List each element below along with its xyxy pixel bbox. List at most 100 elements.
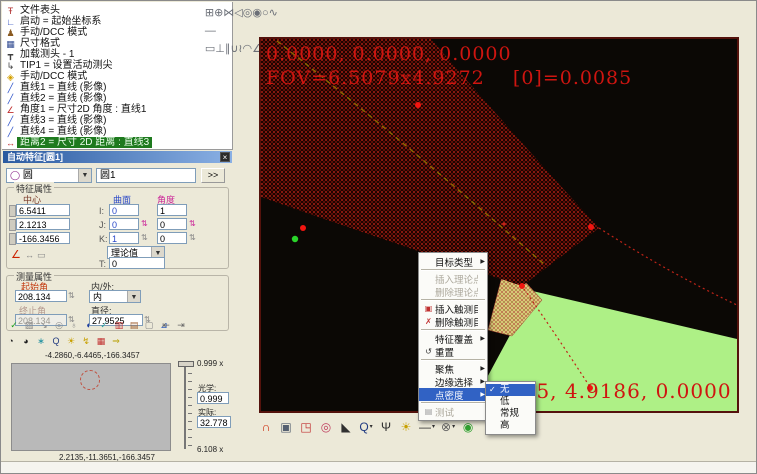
angle-tool-icon[interactable]: ∠ — [11, 248, 21, 261]
feature-name-field[interactable]: 圆1 — [96, 168, 196, 183]
arrow-left-box-icon[interactable]: ⇤ — [160, 319, 172, 331]
start-angle-field[interactable]: 208.134 — [15, 290, 67, 302]
magnet-icon[interactable]: ∩ — [259, 419, 273, 435]
start-point-handle[interactable] — [292, 236, 298, 242]
box-icon[interactable]: ▢ — [143, 319, 155, 331]
spinner-handle[interactable] — [9, 205, 16, 217]
probe-tip-icon[interactable]: ↳ TIP1 = 设置活动测尖 — [2, 60, 232, 71]
snap-icon[interactable]: ✓ — [98, 319, 110, 331]
load-probe-icon[interactable]: ┳ 加载测头 - 1 — [2, 49, 232, 60]
spinner-icon[interactable]: ⇅ — [141, 232, 148, 244]
edge-point-handle[interactable] — [588, 224, 594, 230]
manual-dcc-mode-icon[interactable]: ♟ 手动/DCC 模式 — [2, 27, 232, 38]
illumination-icon[interactable]: ☀ — [399, 419, 413, 435]
arc-feature-icon[interactable]: ◠ — [243, 43, 253, 55]
execute-icon[interactable]: ✓ — [8, 319, 20, 331]
capture-box-icon[interactable]: ◳ — [299, 419, 313, 435]
slot-feature-icon[interactable]: ▭ — [205, 43, 215, 55]
surface-point-icon[interactable]: ⊞ — [205, 7, 214, 19]
camera-icon[interactable]: ▣ — [279, 419, 293, 435]
angle-j-field[interactable]: 0 — [157, 218, 187, 230]
eject-icon[interactable]: ⇒ — [110, 335, 122, 347]
focus-tool-icon[interactable]: Ψ — [379, 419, 393, 435]
sphere-feature-icon[interactable]: ◉ — [252, 7, 262, 19]
spinner-handle[interactable] — [9, 219, 16, 231]
surface-k-field[interactable]: 1 — [109, 232, 139, 244]
manual-dcc-mode-icon[interactable]: ◈ 手动/DCC 模式 — [2, 71, 232, 82]
t-field[interactable]: 0 — [109, 257, 165, 269]
inner-outer-select[interactable]: 内 ▼ — [89, 290, 141, 303]
spinner-icon[interactable]: ⇅ — [141, 218, 148, 230]
ellipse-feature-icon[interactable]: ○ — [262, 7, 269, 19]
arrow-right-box-icon[interactable]: ⇥ — [175, 319, 187, 331]
curve-feature-icon[interactable]: ∿ — [269, 7, 278, 19]
optical-field[interactable]: 0.999 — [197, 392, 229, 404]
line-feature-icon[interactable]: ╱ 直线2 = 直线 (影像) — [2, 93, 232, 104]
measurement-viewport[interactable]: 0.0000, 0.0000, 0.0000 FOV=6.5079x4.9272… — [259, 37, 739, 413]
strobe-icon[interactable]: ↯ — [80, 335, 92, 347]
chevron-down-icon[interactable]: ▼ — [127, 291, 140, 302]
spinner-icon[interactable]: ⇅ — [68, 290, 75, 302]
angle-k-field[interactable]: 0 — [157, 232, 187, 244]
iris-icon[interactable]: ∗ — [35, 335, 47, 347]
context-menu-item[interactable]: 聚焦 — [419, 362, 487, 375]
distance-dimension-icon[interactable]: ↔ 距离2 = 尺寸 2D 距离 : 直线3 — [2, 137, 232, 148]
surface-i-field[interactable]: 0 — [109, 204, 139, 216]
file-header-icon[interactable]: Ŧ 文件表头 — [2, 5, 232, 16]
edge-point-handle[interactable] — [519, 283, 525, 289]
probe-circle-icon[interactable]: ◎ — [319, 419, 333, 435]
angle-dimension-icon[interactable]: ∠ 角度1 = 尺寸2D 角度 : 直线1 — [2, 104, 232, 115]
line-feature-icon[interactable]: — — [205, 25, 216, 37]
protractor-icon[interactable]: ◣ — [339, 419, 353, 435]
center-y-field[interactable]: 2.1213 — [16, 218, 70, 230]
context-menu-item[interactable]: 删除理论点 — [419, 285, 487, 298]
target-icon[interactable]: ◎ — [53, 319, 65, 331]
context-menu-item[interactable]: 目标类型 — [419, 255, 487, 268]
spinner-icon[interactable]: ⇅ — [189, 232, 196, 244]
lamp-icon[interactable]: ☀ — [65, 335, 77, 347]
circle-feature-icon[interactable]: ◎ — [243, 7, 253, 19]
center-z-field[interactable]: -166.3456 — [16, 232, 70, 244]
spinner-handle[interactable] — [9, 233, 16, 245]
delete-probe-target-icon[interactable]: ✗ 删除触测目标 — [419, 315, 487, 328]
line-feature-icon[interactable]: ╱ 直线3 = 直线 (影像) — [2, 115, 232, 126]
insert-probe-target-icon[interactable]: ▣ 插入触测目标 — [419, 302, 487, 315]
edge-point-handle[interactable] — [415, 102, 421, 108]
submenu-item[interactable]: 常规 — [486, 408, 535, 420]
context-menu-item[interactable]: 边缘选择 — [419, 375, 487, 388]
shutter-half-icon[interactable]: ◕ — [20, 335, 32, 347]
grid-tan-icon[interactable]: ▤ — [128, 319, 140, 331]
globe-icon[interactable]: ♁ — [68, 319, 80, 331]
actual-field[interactable]: 32.778 — [197, 416, 231, 428]
grid-icon[interactable]: ▦ — [95, 335, 107, 347]
line-feature-icon[interactable]: ╱ 直线4 = 直线 (影像) — [2, 126, 232, 137]
context-menu-item[interactable]: 点密度 — [419, 388, 487, 401]
contrast-icon[interactable]: ◐ — [83, 319, 95, 331]
chevron-down-icon[interactable]: ▼ — [78, 169, 91, 182]
vector-icon[interactable]: ↘ — [38, 319, 50, 331]
feature-type-select[interactable]: ◯ 圆 ▼ — [6, 168, 92, 183]
zoom-slider[interactable] — [184, 363, 186, 449]
submenu-item[interactable]: 无 — [486, 384, 535, 396]
angle-point-icon[interactable]: ⋈ — [223, 7, 234, 19]
zoom-tool-icon[interactable]: Q — [359, 419, 373, 435]
shutter-quarter-icon[interactable]: ◔ — [5, 335, 17, 347]
submenu-item[interactable]: 低 — [486, 396, 535, 408]
camera-live-view[interactable] — [11, 363, 171, 451]
spinner-icon[interactable]: ⇅ — [189, 218, 196, 230]
startup-axes-icon[interactable]: ∟ 启动 = 起始坐标系 — [2, 16, 232, 27]
line-feature-icon[interactable]: ╱ 直线1 = 直线 (影像) — [2, 82, 232, 93]
magnifier-icon[interactable]: Q — [50, 335, 62, 347]
angle-i-field[interactable]: 1 — [157, 204, 187, 216]
edge-point-handle[interactable] — [300, 225, 306, 231]
context-menu-item[interactable]: 插入理论点 — [419, 272, 487, 285]
swap-icon[interactable]: ↔ — [25, 250, 34, 260]
hatch-toggle-icon[interactable]: ▨ — [23, 319, 35, 331]
context-menu-item[interactable]: 特征覆盖 — [419, 332, 487, 345]
center-x-field[interactable]: 6.5411 — [16, 204, 70, 216]
test-icon[interactable]: ▤ 测试 — [419, 405, 487, 418]
list-icon[interactable]: ▭ — [37, 250, 46, 261]
submenu-item[interactable]: 高 — [486, 420, 535, 432]
expand-button[interactable]: >> — [201, 168, 225, 183]
perpendicular-icon[interactable]: ⊥ — [215, 43, 225, 55]
